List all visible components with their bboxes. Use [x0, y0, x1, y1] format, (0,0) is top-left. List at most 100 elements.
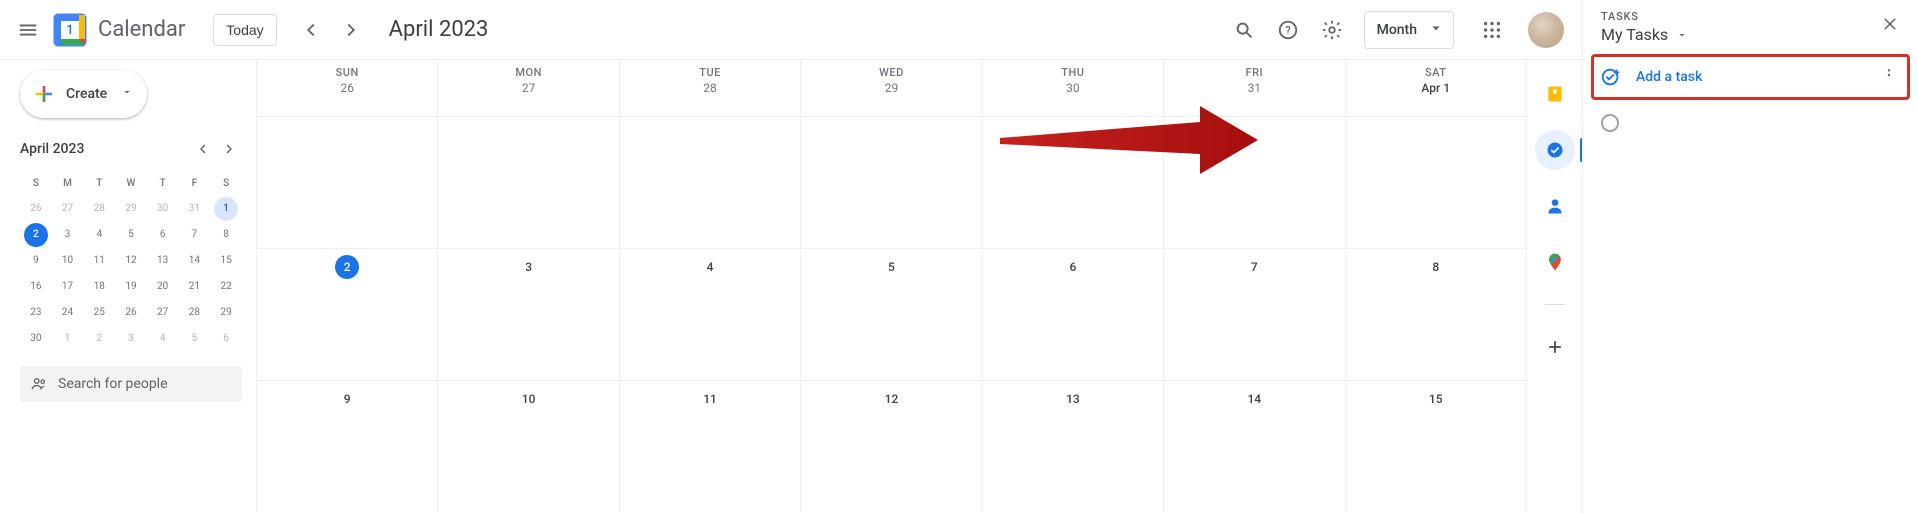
mini-day-cell[interactable]: 19 — [119, 275, 143, 299]
view-switcher[interactable]: Month — [1364, 11, 1454, 49]
mini-day-cell[interactable]: 6 — [214, 327, 238, 351]
mini-day-cell[interactable]: 1 — [214, 197, 238, 221]
mini-day-cell[interactable]: 5 — [182, 327, 206, 351]
rail-addons-button[interactable] — [1535, 327, 1575, 367]
create-button[interactable]: Create — [20, 70, 147, 118]
date-range-label[interactable]: April 2023 — [389, 17, 489, 42]
grid-cell[interactable]: 8 — [1346, 249, 1526, 380]
mini-day-cell[interactable]: 1 — [56, 327, 80, 351]
add-task-button[interactable]: Add a task — [1636, 69, 1863, 85]
tasks-list-selector[interactable]: My Tasks — [1601, 25, 1876, 44]
grid-cell[interactable]: 2 — [257, 249, 438, 380]
mini-day-cell[interactable]: 20 — [151, 275, 175, 299]
mini-day-cell[interactable]: 7 — [182, 223, 206, 247]
mini-day-cell[interactable]: 13 — [151, 249, 175, 273]
task-complete-toggle[interactable] — [1601, 114, 1619, 132]
grid-cell[interactable]: 5 — [801, 249, 982, 380]
mini-day-cell[interactable]: 26 — [24, 197, 48, 221]
support-button[interactable]: ? — [1268, 10, 1308, 50]
grid-date-label[interactable]: Apr 1 — [1346, 81, 1526, 95]
grid-cell[interactable]: 6 — [983, 249, 1164, 380]
rail-tasks-button[interactable] — [1535, 130, 1575, 170]
grid-cell[interactable]: 11 — [620, 381, 801, 512]
grid-cell[interactable]: 13 — [983, 381, 1164, 512]
grid-date-label[interactable]: 31 — [1164, 81, 1344, 95]
grid-cell[interactable] — [983, 117, 1164, 248]
mini-day-cell[interactable]: 10 — [56, 249, 80, 273]
mini-day-cell[interactable]: 28 — [182, 301, 206, 325]
grid-day-header: SATApr 1 — [1346, 60, 1526, 116]
grid-cell[interactable] — [620, 117, 801, 248]
mini-day-cell[interactable]: 30 — [24, 327, 48, 351]
mini-day-cell[interactable]: 8 — [214, 223, 238, 247]
mini-day-cell[interactable]: 5 — [119, 223, 143, 247]
mini-day-cell[interactable]: 27 — [56, 197, 80, 221]
rail-contacts-button[interactable] — [1535, 186, 1575, 226]
mini-day-cell[interactable]: 29 — [214, 301, 238, 325]
grid-date-label[interactable]: 29 — [801, 81, 981, 95]
grid-date-label[interactable]: 27 — [438, 81, 618, 95]
grid-cell[interactable]: 15 — [1346, 381, 1526, 512]
next-period-button[interactable] — [331, 10, 371, 50]
grid-date-label[interactable]: 26 — [257, 81, 437, 95]
mini-day-cell[interactable]: 29 — [119, 197, 143, 221]
mini-day-cell[interactable]: 16 — [24, 275, 48, 299]
prev-period-button[interactable] — [291, 10, 331, 50]
rail-keep-button[interactable] — [1535, 74, 1575, 114]
search-button[interactable] — [1224, 10, 1264, 50]
grid-cell[interactable] — [1164, 117, 1345, 248]
search-icon — [1233, 19, 1255, 41]
grid-cell[interactable]: 12 — [801, 381, 982, 512]
grid-cell[interactable]: 3 — [438, 249, 619, 380]
task-item-empty[interactable] — [1583, 106, 1918, 140]
rail-maps-button[interactable] — [1535, 242, 1575, 282]
grid-cell[interactable]: 10 — [438, 381, 619, 512]
mini-day-cell[interactable]: 17 — [56, 275, 80, 299]
mini-day-cell[interactable]: 14 — [182, 249, 206, 273]
mini-prev-button[interactable] — [190, 136, 216, 162]
app-logo[interactable]: 1 Calendar — [52, 12, 185, 48]
mini-day-cell[interactable]: 2 — [24, 223, 48, 247]
mini-day-cell[interactable]: 2 — [87, 327, 111, 351]
google-apps-button[interactable] — [1472, 10, 1512, 50]
main-menu-button[interactable] — [8, 10, 48, 50]
mini-day-cell[interactable]: 3 — [56, 223, 80, 247]
search-people-placeholder: Search for people — [58, 376, 168, 392]
mini-day-cell[interactable]: 4 — [151, 327, 175, 351]
mini-day-cell[interactable]: 4 — [87, 223, 111, 247]
mini-day-cell[interactable]: 26 — [119, 301, 143, 325]
mini-day-cell[interactable]: 6 — [151, 223, 175, 247]
grid-cell[interactable]: 4 — [620, 249, 801, 380]
mini-day-cell[interactable]: 23 — [24, 301, 48, 325]
search-people-input[interactable]: Search for people — [20, 366, 242, 402]
mini-day-cell[interactable]: 25 — [87, 301, 111, 325]
settings-button[interactable] — [1312, 10, 1352, 50]
mini-day-cell[interactable]: 31 — [182, 197, 206, 221]
account-avatar[interactable] — [1528, 12, 1564, 48]
mini-day-cell[interactable]: 12 — [119, 249, 143, 273]
mini-day-cell[interactable]: 15 — [214, 249, 238, 273]
task-list-options-button[interactable] — [1877, 63, 1901, 91]
grid-cell[interactable]: 14 — [1164, 381, 1345, 512]
grid-cell[interactable]: 9 — [257, 381, 438, 512]
mini-day-cell[interactable]: 24 — [56, 301, 80, 325]
grid-cell[interactable] — [1346, 117, 1526, 248]
grid-date-label[interactable]: 30 — [983, 81, 1163, 95]
mini-day-cell[interactable]: 21 — [182, 275, 206, 299]
grid-date-label[interactable]: 28 — [620, 81, 800, 95]
mini-day-cell[interactable]: 22 — [214, 275, 238, 299]
grid-cell[interactable] — [257, 117, 438, 248]
grid-cell[interactable] — [438, 117, 619, 248]
mini-next-button[interactable] — [216, 136, 242, 162]
mini-day-cell[interactable]: 30 — [151, 197, 175, 221]
mini-day-cell[interactable]: 28 — [87, 197, 111, 221]
grid-cell[interactable]: 7 — [1164, 249, 1345, 380]
mini-day-cell[interactable]: 27 — [151, 301, 175, 325]
tasks-close-button[interactable] — [1876, 10, 1904, 38]
mini-day-cell[interactable]: 18 — [87, 275, 111, 299]
today-button[interactable]: Today — [213, 14, 276, 46]
mini-day-cell[interactable]: 3 — [119, 327, 143, 351]
mini-day-cell[interactable]: 11 — [87, 249, 111, 273]
grid-cell[interactable] — [801, 117, 982, 248]
mini-day-cell[interactable]: 9 — [24, 249, 48, 273]
